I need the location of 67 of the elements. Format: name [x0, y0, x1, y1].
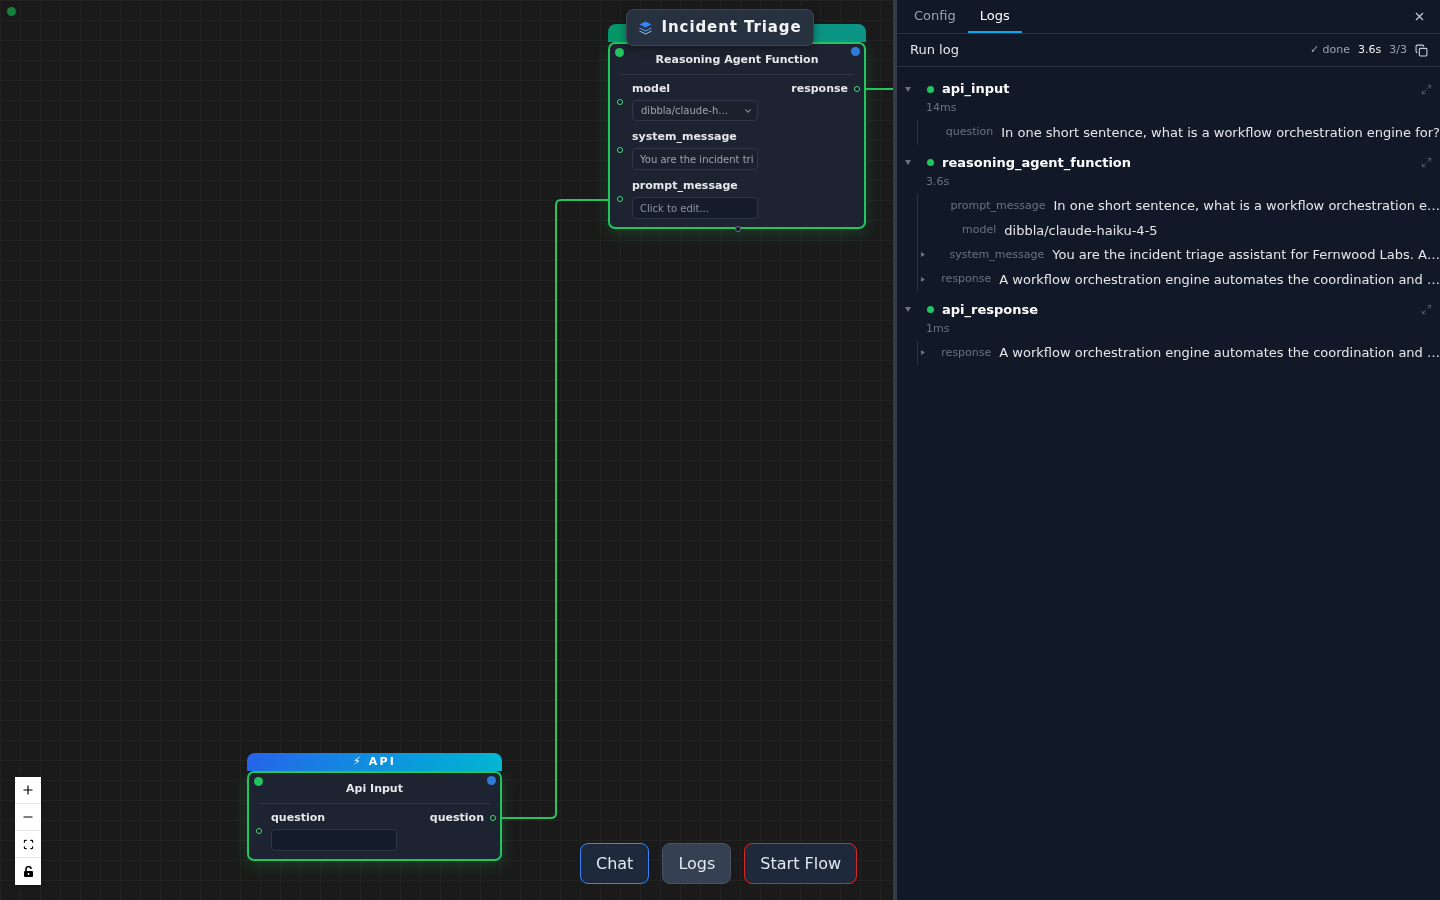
field-value: A workflow orchestration engine automates the coordination and …: [999, 270, 1440, 289]
flow-title: Incident Triage: [661, 17, 802, 39]
handle-icon[interactable]: [617, 147, 623, 153]
handle-icon[interactable]: [854, 86, 860, 92]
node-title: Api Input: [346, 781, 403, 797]
field-key: system_message: [949, 246, 1045, 263]
text-field[interactable]: Click to edit...: [632, 197, 758, 219]
run-duration: 3.6s: [1358, 41, 1382, 58]
step-duration: 1ms: [925, 320, 951, 337]
tab[interactable]: Config: [902, 0, 968, 33]
toolbar-button[interactable]: Start Flow: [744, 843, 857, 884]
step-duration: 14ms: [925, 100, 958, 116]
field-key: model: [962, 222, 997, 239]
plus-icon: [21, 783, 35, 797]
zoom-in-button[interactable]: [15, 777, 41, 804]
handle-icon[interactable]: [735, 226, 741, 232]
step-count: 3/3: [1389, 41, 1407, 58]
panel-title: Run log: [910, 41, 959, 60]
field-key: response: [941, 344, 992, 361]
run-status: ✓ done: [1309, 41, 1351, 58]
field-label: model: [632, 83, 671, 95]
output-label: response: [791, 83, 848, 95]
handle-icon[interactable]: [490, 815, 496, 821]
field-value: A workflow orchestration engine automates the coordination and …: [999, 344, 1440, 362]
field-value: You are the incident triage assistant for Fernwood Labs. A…: [1052, 246, 1440, 264]
handle-icon[interactable]: [256, 828, 262, 834]
zoom-out-button[interactable]: [15, 804, 41, 831]
field-label: prompt_message: [632, 180, 738, 192]
caret-down-icon[interactable]: [905, 86, 911, 92]
field-key: question: [945, 124, 994, 141]
caret-right-icon[interactable]: [921, 276, 925, 282]
caret-down-icon[interactable]: [905, 307, 911, 312]
node-card[interactable]: Reasoning Agent Function model response dibbla/claude-h… system_message You are the incident tri prompt_message Click to edit...: [608, 42, 866, 229]
field-value: In one short sentence, what is a workflow orchestration engine for?: [1001, 123, 1440, 142]
field-key: response: [941, 271, 992, 288]
caret-right-icon[interactable]: [921, 350, 925, 356]
fit-view-icon: [22, 838, 34, 850]
handle-icon[interactable]: [617, 196, 623, 202]
caret-down-icon[interactable]: [905, 160, 911, 165]
caret-right-icon[interactable]: [921, 252, 925, 258]
fit-view-button[interactable]: [15, 831, 41, 858]
unlocked-padlock-icon: [23, 866, 33, 877]
close-icon[interactable]: [1413, 10, 1426, 23]
step-name[interactable]: api_response: [942, 299, 1039, 320]
step-name[interactable]: api_input: [942, 79, 1010, 99]
output-label: question: [429, 812, 484, 824]
field-key: prompt_message: [950, 197, 1046, 214]
field-label: system_message: [632, 131, 737, 143]
layers-icon: [638, 20, 652, 35]
model-select[interactable]: dibbla/claude-h…: [632, 100, 758, 121]
toolbar-button[interactable]: Logs: [662, 843, 732, 884]
node-type-label: ⚡ API: [352, 755, 397, 769]
step-duration: 3.6s: [925, 173, 951, 190]
handle-icon[interactable]: [617, 99, 623, 105]
tab[interactable]: Logs: [967, 0, 1022, 33]
node-card[interactable]: Api Input question question: [247, 771, 502, 861]
text-field[interactable]: You are the incident tri: [632, 148, 758, 170]
field-value: dibbla/claude-haiku-4-5: [1004, 221, 1158, 240]
node-title: Reasoning Agent Function: [655, 52, 819, 68]
field-label: question: [271, 812, 326, 824]
toolbar-button[interactable]: Chat: [580, 843, 650, 884]
field-value: In one short sentence, what is a workflow orchestration e…: [1053, 197, 1440, 215]
step-name[interactable]: reasoning_agent_function: [942, 152, 1132, 173]
copy-icon[interactable]: [1415, 43, 1428, 57]
text-field[interactable]: [271, 829, 397, 851]
connector-line: [865, 88, 893, 90]
lock-button[interactable]: [15, 858, 41, 885]
